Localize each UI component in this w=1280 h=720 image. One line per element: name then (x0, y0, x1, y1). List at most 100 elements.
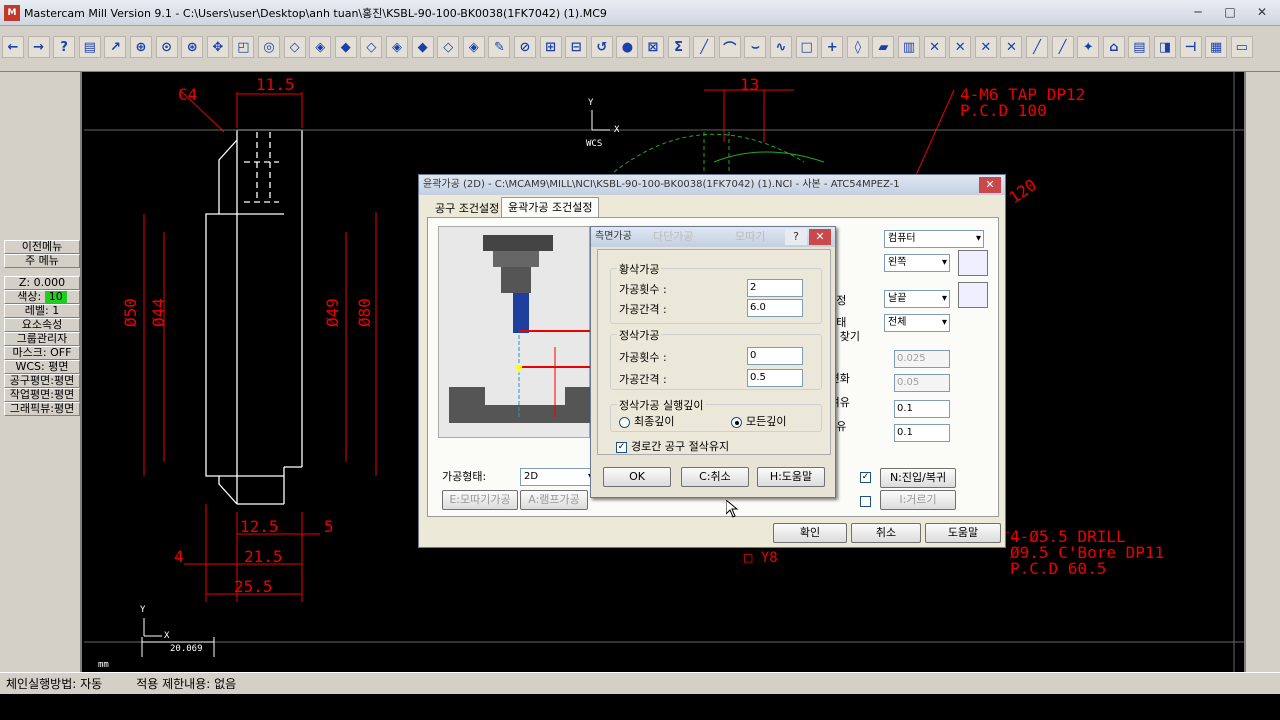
minimize-button[interactable]: ─ (1186, 3, 1210, 21)
toolbar-button-12[interactable]: ◈ (309, 36, 332, 58)
roll-corner-select[interactable]: 전체 (884, 314, 950, 332)
toolbar-button-26[interactable]: Σ (667, 36, 690, 58)
toolbar-button-32[interactable]: + (821, 36, 844, 58)
help-icon[interactable]: ? (785, 229, 807, 245)
prev-menu-button[interactable]: 이전메뉴 (4, 240, 80, 254)
toolbar-button-44[interactable]: ▤ (1128, 36, 1151, 58)
rough-step-input[interactable]: 6.0 (747, 299, 803, 317)
rough-count-input[interactable]: 2 (747, 279, 803, 297)
finish-count-input[interactable]: 0 (747, 347, 803, 365)
attributes-button[interactable]: 요소속성 (4, 318, 80, 332)
tab-tool-params[interactable]: 공구 조건설정 (429, 199, 505, 219)
toolbar-button-14[interactable]: ◇ (360, 36, 383, 58)
toolbar-button-7[interactable]: ⊛ (181, 36, 204, 58)
toolbar-button-4[interactable]: ↗ (104, 36, 127, 58)
machining-type-select[interactable]: 2D (520, 468, 596, 486)
help-button[interactable]: 도움말 (925, 523, 1001, 543)
tip-comp-select[interactable]: 날끝 (884, 290, 950, 308)
toolbar-button-23[interactable]: ↺ (590, 36, 613, 58)
toolbar-button-34[interactable]: ▰ (872, 36, 895, 58)
cancel-button[interactable]: 취소 (851, 523, 921, 543)
main-menu-button[interactable]: 주 메뉴 (4, 254, 80, 268)
sub-ok-button[interactable]: OK (603, 467, 671, 487)
toolbar-button-30[interactable]: ∿ (770, 36, 792, 58)
filter-button[interactable]: I:거르기 (880, 490, 956, 510)
graphic-view-button[interactable]: 그래픽뷰:평면 (4, 402, 80, 416)
toolbar-button-25[interactable]: ⊠ (642, 36, 664, 58)
tip-comp-preview-icon[interactable] (958, 282, 988, 308)
xy-stock-input[interactable]: 0.1 (894, 400, 950, 418)
z-depth-button[interactable]: Z: 0.000 (4, 276, 80, 290)
maximize-button[interactable]: □ (1218, 3, 1242, 21)
toolbar-button-1[interactable]: → (27, 36, 50, 58)
toolbar-button-0[interactable]: ← (2, 36, 24, 58)
level-button[interactable]: 레벨: 1 (4, 304, 80, 318)
toolbar-button-22[interactable]: ⊟ (565, 36, 588, 58)
filter-check[interactable] (860, 494, 875, 507)
toolbar-button-45[interactable]: ◨ (1154, 36, 1176, 58)
toolbar-button-10[interactable]: ◎ (258, 36, 280, 58)
toolbar-button-33[interactable]: ◊ (846, 36, 869, 58)
ramp-button[interactable]: A:램프가공 (520, 490, 588, 510)
toolbar-button-9[interactable]: ◰ (232, 36, 255, 58)
opt-all-depth[interactable]: 모든깊이 (731, 413, 786, 429)
chamfer-button[interactable]: E:모따기가공 (442, 490, 518, 510)
toolbar-button-41[interactable]: ╱ (1051, 36, 1074, 58)
construction-plane-button[interactable]: 작업평면:평면 (4, 388, 80, 402)
toolbar-button-48[interactable]: ▭ (1230, 36, 1253, 58)
toolbar-button-8[interactable]: ✥ (206, 36, 229, 58)
toolbar-button-11[interactable]: ◇ (283, 36, 306, 58)
wcs-button[interactable]: WCS: 평면 (4, 360, 80, 374)
ok-button[interactable]: 확인 (773, 523, 847, 543)
tab-contour-params[interactable]: 윤곽가공 조건설정 (501, 197, 600, 217)
sub-cancel-button[interactable]: C:취소 (681, 467, 749, 487)
z-stock-input[interactable]: 0.1 (894, 424, 950, 442)
toolbar-button-20[interactable]: ⊘ (514, 36, 536, 58)
toolbar-button-27[interactable]: ╱ (693, 36, 716, 58)
toolbar-button-47[interactable]: ▦ (1205, 36, 1228, 58)
lead-inout-check[interactable]: ✓ (860, 470, 875, 483)
toolbar-button-39[interactable]: ✕ (1000, 36, 1023, 58)
toolbar-button-13[interactable]: ◆ (334, 36, 357, 58)
opt-final-depth[interactable]: 최종깊이 (619, 413, 674, 429)
lead-inout-button[interactable]: N:진입/복귀 (880, 468, 956, 488)
toolbar-button-15[interactable]: ◈ (386, 36, 408, 58)
side-cut-close-icon[interactable]: ✕ (809, 229, 831, 245)
toolbar-button-36[interactable]: ✕ (923, 36, 946, 58)
group-manager-button[interactable]: 그룹관리자 (4, 332, 80, 346)
toolbar-button-16[interactable]: ◆ (411, 36, 434, 58)
toolbar-button-35[interactable]: ▥ (898, 36, 920, 58)
toolbar-button-31[interactable]: □ (795, 36, 818, 58)
toolbar-button-43[interactable]: ⌂ (1102, 36, 1125, 58)
close-button[interactable]: ✕ (1250, 3, 1274, 21)
comp-dir-preview-icon[interactable] (958, 250, 988, 276)
toolbar-button-38[interactable]: ✕ (974, 36, 997, 58)
toolbar-button-37[interactable]: ✕ (949, 36, 972, 58)
toolbar-button-3[interactable]: ▤ (78, 36, 101, 58)
dialog-close-icon[interactable]: ✕ (979, 177, 1001, 193)
comp-dir-select[interactable]: 왼쪽 (884, 254, 950, 272)
color-button[interactable]: 색상: 10 (4, 290, 80, 304)
sub-help-button[interactable]: H:도움말 (757, 467, 825, 487)
tolerance-input[interactable]: 0.025 (894, 350, 950, 368)
toolbar-button-24[interactable]: ● (616, 36, 639, 58)
toolbar-button-46[interactable]: ⊣ (1179, 36, 1202, 58)
toolbar-button-28[interactable]: ⌒ (718, 36, 741, 58)
opt-final-label: 최종깊이 (634, 415, 675, 428)
toolbar-button-29[interactable]: ⌣ (744, 36, 767, 58)
toolbar-button-19[interactable]: ✎ (488, 36, 511, 58)
tool-plane-button[interactable]: 공구평면:평면 (4, 374, 80, 388)
keep-tool-down-check[interactable]: ✓ 경로간 공구 절삭유지 (616, 438, 729, 454)
finish-step-input[interactable]: 0.5 (747, 369, 803, 387)
comp-type-select[interactable]: 컴퓨터 (884, 230, 984, 248)
toolbar-button-18[interactable]: ◈ (462, 36, 485, 58)
toolbar-button-6[interactable]: ⊙ (155, 36, 178, 58)
toolbar-button-21[interactable]: ⊞ (539, 36, 562, 58)
toolbar-button-2[interactable]: ? (53, 36, 76, 58)
max-depth-var-input[interactable]: 0.05 (894, 374, 950, 392)
toolbar-button-40[interactable]: ╱ (1026, 36, 1048, 58)
mask-button[interactable]: 마스크: OFF (4, 346, 80, 360)
toolbar-button-42[interactable]: ✦ (1077, 36, 1100, 58)
toolbar-button-17[interactable]: ◇ (437, 36, 460, 58)
toolbar-button-5[interactable]: ⊕ (130, 36, 152, 58)
